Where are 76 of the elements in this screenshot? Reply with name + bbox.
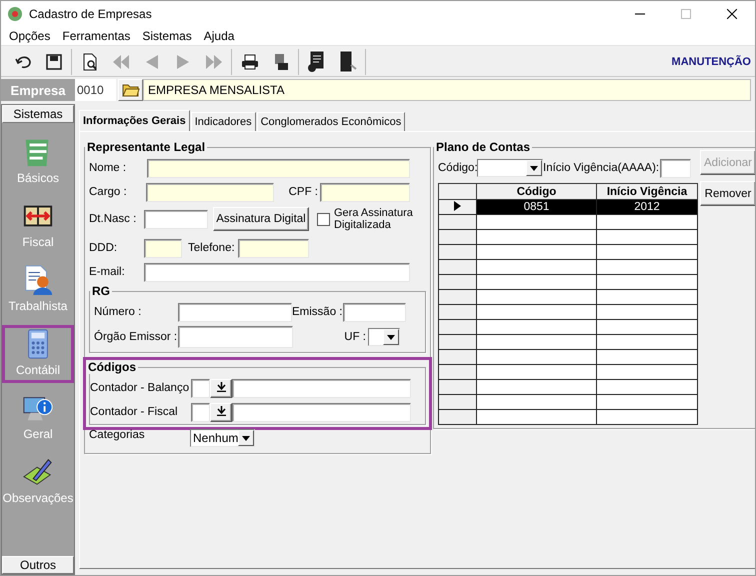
- group-title: RG: [91, 284, 111, 298]
- field-label: Órgão Emissor :: [94, 331, 178, 343]
- lookup-button[interactable]: [210, 402, 232, 422]
- field-label: E-mail:: [89, 266, 126, 278]
- field-label: Início Vigência(AAAA):: [543, 162, 660, 174]
- field-label: Dt.Nasc :: [89, 213, 138, 225]
- window-title: Cadastro de Empresas: [29, 7, 153, 21]
- field-label: UF :: [343, 331, 367, 343]
- menu-item[interactable]: Ajuda: [198, 29, 240, 43]
- column-header: Início Vigência: [596, 184, 698, 200]
- field-label: Nome :: [89, 162, 128, 174]
- folder-icon: [122, 83, 140, 97]
- table-cell: 0851: [476, 200, 596, 214]
- column-header: Código: [476, 184, 596, 200]
- field-label: Cargo :: [89, 186, 128, 198]
- tab[interactable]: Informações Gerais: [79, 110, 190, 131]
- input-field[interactable]: [147, 158, 410, 178]
- input-field[interactable]: [178, 302, 292, 322]
- preview-icon: [80, 52, 98, 70]
- input-field[interactable]: [144, 210, 208, 228]
- lookup-button[interactable]: [210, 378, 232, 398]
- field-label: CPF :: [288, 186, 319, 198]
- dropdown[interactable]: Nenhum: [190, 429, 255, 447]
- input-field[interactable]: [191, 378, 210, 398]
- dropdown-arrow-icon: [242, 436, 250, 440]
- maximize-icon: [681, 9, 691, 19]
- field-label: Código:: [438, 162, 477, 174]
- group-title: Representante Legal: [86, 140, 206, 154]
- field-label: Contador - Balanço: [90, 382, 190, 394]
- sidebar-header[interactable]: Sistemas: [2, 105, 74, 123]
- app-icon: [7, 6, 23, 22]
- row-pointer-icon: [454, 200, 461, 210]
- field-label: DDD:: [89, 242, 118, 254]
- checkbox[interactable]: [317, 212, 330, 226]
- signature-button[interactable]: Assinatura Digital: [213, 207, 309, 231]
- dropdown-arrow-icon: [387, 334, 395, 340]
- field-label: Telefone:: [188, 242, 236, 254]
- open-button[interactable]: [118, 79, 143, 101]
- dropdown[interactable]: [368, 328, 400, 346]
- table-cell: 2012: [596, 200, 698, 214]
- remove-button[interactable]: Remover: [700, 181, 755, 206]
- save-icon: [44, 52, 62, 70]
- dropdown-arrow-icon: [530, 166, 538, 170]
- download-arrow-icon: [216, 382, 226, 392]
- dropdown[interactable]: [477, 159, 543, 177]
- field-label: Contador - Fiscal: [90, 406, 179, 418]
- company-code: 0010: [75, 79, 116, 101]
- input-field[interactable]: [238, 238, 309, 258]
- menu-item[interactable]: Opções: [3, 29, 56, 43]
- company-label: Empresa: [1, 79, 75, 101]
- download-arrow-icon: [216, 406, 226, 416]
- menu-item[interactable]: Ferramentas: [56, 29, 136, 43]
- input-field[interactable]: [144, 262, 410, 282]
- tab[interactable]: Indicadores: [190, 112, 256, 131]
- input-field[interactable]: [191, 402, 210, 422]
- input-field[interactable]: [232, 378, 411, 398]
- sidebar-footer[interactable]: Outros: [2, 556, 74, 574]
- checkbox-label: Gera Assinatura Digitalizada: [334, 207, 414, 231]
- input-field[interactable]: [144, 238, 182, 258]
- field-label: Número :: [94, 306, 142, 318]
- company-name: EMPRESA MENSALISTA: [143, 79, 751, 101]
- input-field[interactable]: [660, 158, 691, 178]
- close-icon: [727, 9, 737, 19]
- input-field[interactable]: [146, 182, 274, 202]
- group-title: Códigos: [87, 360, 137, 374]
- input-field[interactable]: [232, 402, 411, 422]
- input-field[interactable]: [178, 326, 293, 348]
- field-label: Emissão :: [292, 306, 343, 318]
- printer-icon: [240, 52, 258, 70]
- field-label: Categorias: [89, 429, 146, 441]
- menu-item[interactable]: Sistemas: [136, 29, 198, 43]
- tab[interactable]: Conglomerados Econômicos: [256, 112, 406, 131]
- mode-label: MANUTENÇÃO: [672, 56, 751, 68]
- group-title: Plano de Contas: [435, 140, 532, 154]
- input-field[interactable]: [320, 182, 410, 202]
- input-field[interactable]: [343, 302, 406, 322]
